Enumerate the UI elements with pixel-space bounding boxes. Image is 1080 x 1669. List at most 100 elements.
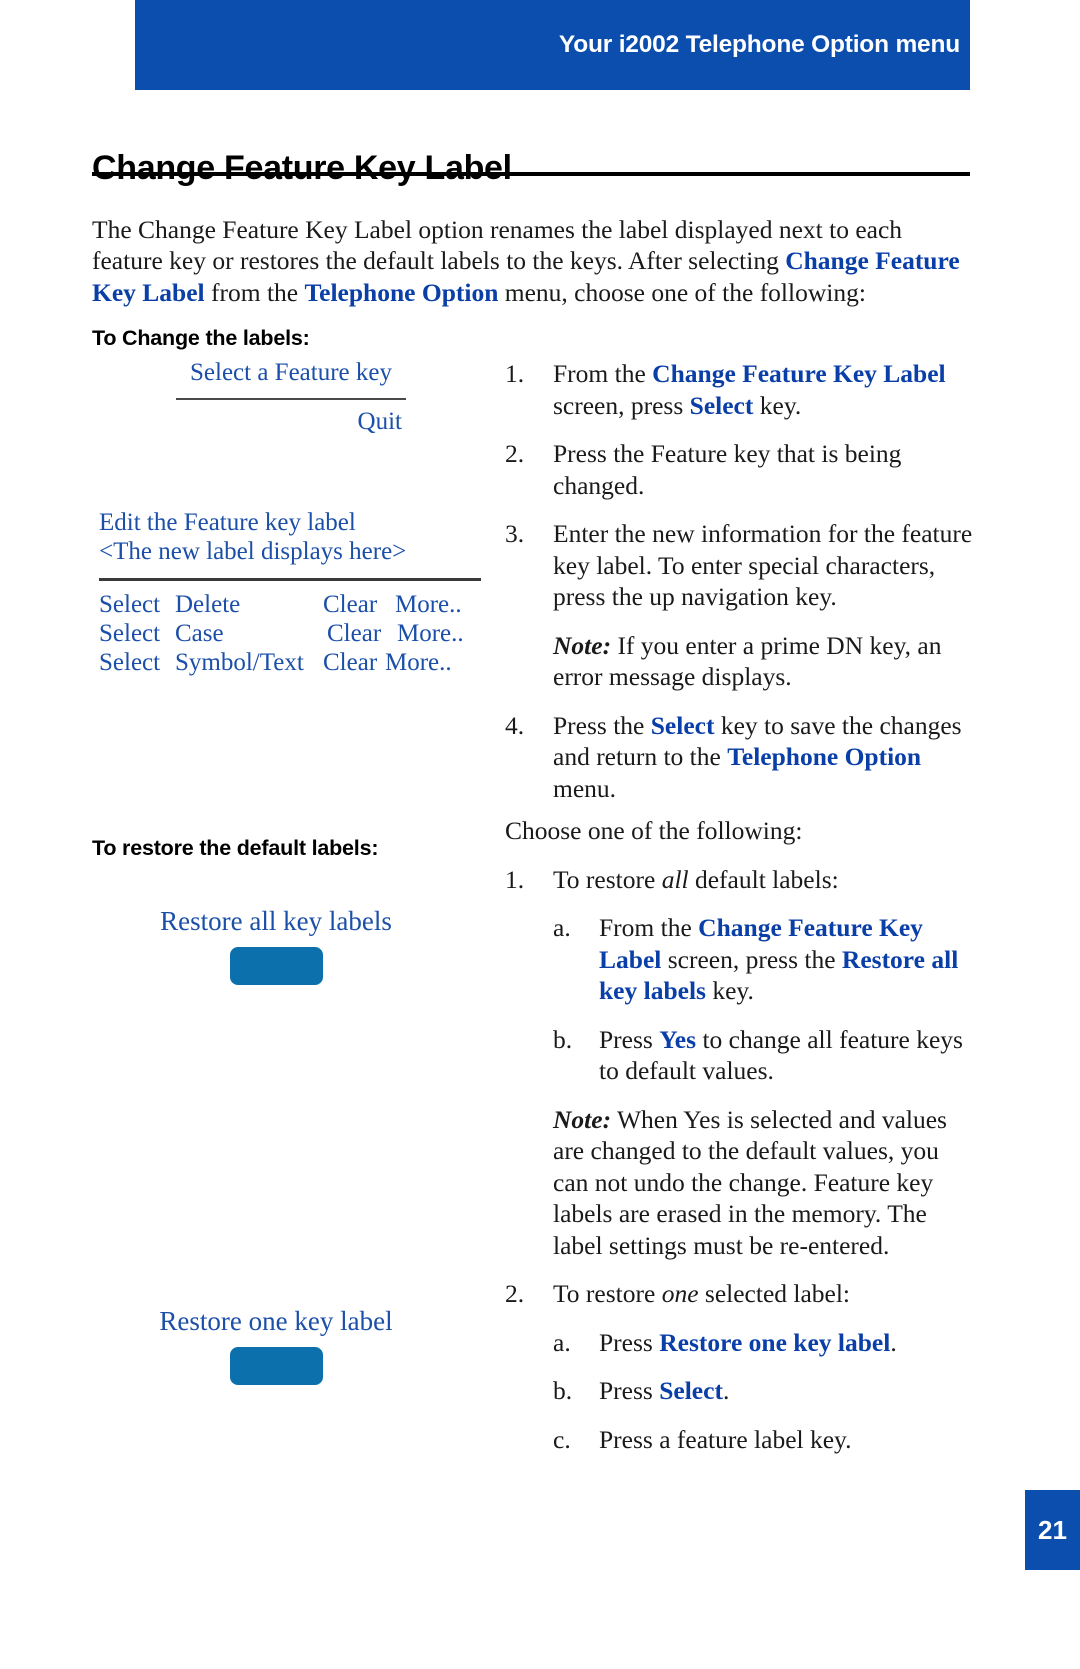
step-marker: 3. bbox=[505, 519, 525, 548]
lcd-softkey-row: Select Case Clear More.. bbox=[99, 619, 481, 648]
lcd-line-select-a-feature-key: Select a Feature key bbox=[190, 359, 392, 386]
step-text-c: screen, press bbox=[553, 390, 690, 420]
lcd-softkey-row: Select Delete Clear More.. bbox=[99, 590, 481, 619]
feature-key-button-restore-one[interactable] bbox=[229, 1347, 323, 1385]
softkey-select: Select bbox=[99, 591, 161, 618]
step-text-a: To restore bbox=[553, 864, 662, 894]
step-text: Enter the new information for the featur… bbox=[553, 519, 973, 611]
procedure-substep: a. Press Restore one key label. bbox=[505, 1327, 975, 1359]
substep-emph-restore-one-key-label: Restore one key label bbox=[659, 1327, 891, 1357]
substep-text: Press Restore one key label. bbox=[599, 1327, 975, 1359]
note-block: Note: If you enter a prime DN key, an er… bbox=[505, 630, 975, 693]
substep-text-c: . bbox=[890, 1327, 897, 1357]
softkey-more: More.. bbox=[395, 591, 462, 618]
step-text: To restore one selected label: bbox=[553, 1278, 975, 1310]
procedure-substep: a. From the Change Feature Key Label scr… bbox=[505, 912, 975, 1007]
lcd-softkey-quit: Quit bbox=[357, 408, 402, 435]
note-label: Note: bbox=[553, 1104, 612, 1134]
procedure-substep: c. Press a feature label key. bbox=[505, 1424, 975, 1456]
substep-marker: b. bbox=[553, 1024, 573, 1054]
procedure-step: 2. To restore one selected label: bbox=[505, 1278, 975, 1310]
step-text-c: selected label: bbox=[698, 1279, 851, 1308]
procedure-list-restore-defaults: Choose one of the following: 1. To resto… bbox=[505, 815, 975, 1472]
step-text: Press the Select key to save the changes… bbox=[553, 710, 975, 805]
procedure-lead-in: Choose one of the following: bbox=[505, 816, 803, 845]
intro-text-c: from the bbox=[204, 277, 305, 307]
substep-text: Press Yes to change all feature keys to … bbox=[599, 1024, 975, 1087]
note-text: If you enter a prime DN key, an error me… bbox=[553, 630, 942, 692]
step-text-a: From the bbox=[553, 359, 653, 388]
substep-emph-select: Select bbox=[659, 1376, 723, 1405]
lcd-line-new-label-placeholder: <The new label displays here> bbox=[99, 538, 407, 565]
page-number: 21 bbox=[1038, 1514, 1067, 1545]
page-title: Change Feature Key Label bbox=[92, 148, 512, 187]
step-emph-select: Select bbox=[689, 390, 754, 420]
softkey-select: Select bbox=[99, 649, 161, 676]
step-text: To restore all default labels: bbox=[553, 864, 975, 896]
softkey-delete: Delete bbox=[175, 591, 241, 618]
step-emph-change-feature-key-label: Change Feature Key Label bbox=[652, 359, 946, 388]
step-emph-all: all bbox=[661, 864, 689, 894]
intro-text-e: menu, choose one of the following: bbox=[498, 277, 866, 307]
softkey-select: Select bbox=[99, 620, 161, 647]
note-label: Note: bbox=[553, 630, 612, 660]
lcd-screen-restore-all-key-labels: Restore all key labels bbox=[66, 905, 486, 985]
substep-text-a: Press bbox=[599, 1327, 660, 1357]
header-title: Your i2002 Telephone Option menu bbox=[558, 31, 960, 58]
substep-text-a: Press bbox=[599, 1376, 660, 1405]
page-header-band: Your i2002 Telephone Option menu bbox=[135, 0, 970, 90]
lcd-label-restore-one-key-label: Restore one key label bbox=[159, 1306, 393, 1336]
softkey-more: More.. bbox=[397, 620, 464, 647]
section-heading-change-labels: To Change the labels: bbox=[92, 325, 310, 350]
step-emph-one: one bbox=[661, 1279, 699, 1308]
softkey-more: More.. bbox=[385, 649, 452, 676]
substep-marker: c. bbox=[553, 1424, 571, 1454]
step-marker: 1. bbox=[505, 864, 525, 894]
procedure-step: 2. Press the Feature key that is being c… bbox=[505, 438, 975, 501]
substep-text-c: . bbox=[722, 1376, 730, 1405]
substep-text-e: key. bbox=[705, 976, 754, 1005]
substep-text: Press a feature label key. bbox=[599, 1424, 852, 1454]
step-text-e: key. bbox=[753, 390, 802, 420]
title-divider bbox=[92, 172, 970, 176]
lcd-softkey-row: Select Symbol/Text Clear More.. bbox=[99, 648, 481, 677]
step-text-c: default labels: bbox=[688, 864, 839, 894]
step-text-a: Press the bbox=[553, 710, 651, 740]
intro-emph-telephone-option: Telephone Option bbox=[304, 277, 499, 307]
procedure-substep: b. Press Select. bbox=[505, 1375, 975, 1407]
procedure-step: 3. Enter the new information for the fea… bbox=[505, 518, 975, 613]
procedure-step: 1. To restore all default labels: bbox=[505, 864, 975, 896]
softkey-symbol-text: Symbol/Text bbox=[175, 649, 304, 676]
substep-emph-yes: Yes bbox=[659, 1024, 697, 1054]
lcd-screen-restore-one-key-label: Restore one key label bbox=[66, 1305, 486, 1385]
step-marker: 2. bbox=[505, 1279, 525, 1308]
substep-marker: b. bbox=[553, 1376, 573, 1405]
step-emph-telephone-option: Telephone Option bbox=[727, 742, 922, 771]
note-text: When Yes is selected and values are chan… bbox=[553, 1104, 947, 1260]
softkey-clear: Clear bbox=[323, 591, 378, 618]
page-number-tab: 21 bbox=[1025, 1490, 1080, 1570]
softkey-clear: Clear bbox=[323, 649, 378, 676]
feature-key-button-restore-all[interactable] bbox=[229, 947, 323, 985]
procedure-step: 1. From the Change Feature Key Label scr… bbox=[505, 358, 975, 421]
intro-paragraph: The Change Feature Key Label option rena… bbox=[92, 214, 972, 309]
lcd-divider bbox=[99, 578, 481, 581]
intro-text-a: The Change Feature Key Label option rena… bbox=[92, 214, 903, 276]
step-marker: 1. bbox=[505, 359, 525, 388]
softkey-clear: Clear bbox=[327, 620, 382, 647]
lcd-screen-select-feature-key: Select a Feature key Quit bbox=[176, 358, 406, 436]
substep-text: From the Change Feature Key Label screen… bbox=[599, 912, 975, 1007]
substep-marker: a. bbox=[553, 913, 571, 942]
step-text-a: To restore bbox=[553, 1279, 662, 1308]
procedure-step: 4. Press the Select key to save the chan… bbox=[505, 710, 975, 805]
softkey-case: Case bbox=[175, 620, 224, 647]
step-marker: 4. bbox=[505, 710, 525, 740]
substep-text-a: From the bbox=[599, 913, 699, 942]
lcd-divider bbox=[176, 398, 406, 400]
step-text-e: menu. bbox=[553, 773, 617, 803]
lcd-label-restore-all-key-labels: Restore all key labels bbox=[160, 906, 392, 936]
procedure-substep: b. Press Yes to change all feature keys … bbox=[505, 1024, 975, 1087]
note-block: Note: When Yes is selected and values ar… bbox=[505, 1104, 975, 1262]
step-text: Press the Feature key that is being chan… bbox=[553, 439, 902, 500]
substep-text-a: Press bbox=[599, 1024, 660, 1054]
